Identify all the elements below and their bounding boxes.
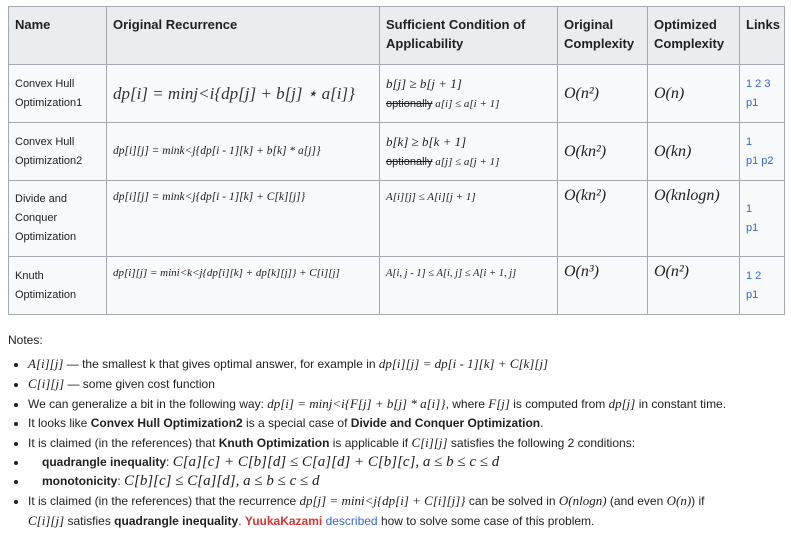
row-links[interactable]: 1 p1 p2 [739,122,785,181]
row-recurrence: dp[i] = minj<i{dp[j] + b[j] ⋆ a[i]} [106,64,380,123]
notes-list: A[i][j] — the smallest k that gives opti… [8,354,788,531]
row-original-complexity: O(kn²) [557,122,648,181]
row-optimized-complexity: O(n²) [647,256,740,315]
row-links[interactable]: 1 2 3 p1 [739,64,785,123]
row-original-complexity: O(n³) [557,256,648,315]
optimization-table: Name Original Recurrence Sufficient Cond… [8,6,785,315]
row-optimized-complexity: O(knlogn) [647,180,740,257]
problem-links[interactable]: p1 [746,289,758,301]
notes-section: Notes: A[i][j] — the smallest k that giv… [8,331,788,531]
header-condition: Sufficient Condition of Applicability [379,6,558,65]
list-item: C[i][j] — some given cost function [28,374,788,394]
table-row: Convex Hull Optimization2 dp[i][j] = mink… [8,122,785,181]
row-optimized-complexity: O(n) [647,64,740,123]
problem-links[interactable]: p1 [746,97,758,109]
table-row: Divide and Conquer Optimization dp[i][j] =… [8,180,785,257]
row-condition: A[i, j - 1] ≤ A[i, j] ≤ A[i + 1, j] [379,256,558,315]
header-links: Links [739,6,785,65]
row-condition: A[i][j] ≤ A[i][j + 1] [379,180,558,257]
row-name: Convex Hull Optimization2 [8,122,107,181]
list-item: It looks like Convex Hull Optimization2 … [28,414,788,433]
header-optimized-complexity: Optimized Complexity [647,6,740,65]
row-original-complexity: O(kn²) [557,180,648,257]
row-condition: b[k] ≥ b[k + 1] optionally a[j] ≤ a[j + … [379,122,558,181]
list-item: quadrangle inequality: C[a][c] + C[b][d]… [28,453,788,472]
row-name: Convex Hull Optimization1 [8,64,107,123]
reference-links[interactable]: 1 2 3 [746,78,770,90]
table-header-row: Name Original Recurrence Sufficient Cond… [8,6,785,65]
row-recurrence: dp[i][j] = mini<k<j{dp[i][k] + dp[k][j]}… [106,256,380,315]
row-name: Divide and Conquer Optimization [8,180,107,257]
row-condition: b[j] ≥ b[j + 1] optionally a[i] ≤ a[i + … [379,64,558,123]
problem-links[interactable]: p1 [746,222,758,234]
row-recurrence: dp[i][j] = mink<j{dp[i - 1][k] + b[k] * … [106,122,380,181]
reference-links[interactable]: 1 2 [746,270,761,282]
described-link[interactable]: described [326,514,378,528]
list-item: It is claimed (in the references) that K… [28,433,788,453]
row-name: Knuth Optimization [8,256,107,315]
header-original-complexity: Original Complexity [557,6,648,65]
table-row: Knuth Optimization dp[i][j] = mini<k<j{dp… [8,256,785,315]
row-optimized-complexity: O(kn) [647,122,740,181]
row-original-complexity: O(n²) [557,64,648,123]
reference-links[interactable]: 1 [746,203,752,215]
problem-links[interactable]: p1 p2 [746,155,774,167]
user-link[interactable]: YuukaKazami [245,514,322,528]
row-links[interactable]: 1 p1 [739,180,785,257]
list-item: A[i][j] — the smallest k that gives opti… [28,354,788,374]
reference-links[interactable]: 1 [746,136,752,148]
header-recurrence: Original Recurrence [106,6,380,65]
header-name: Name [8,6,107,65]
list-item: monotonicity: C[b][c] ≤ C[a][d], a ≤ b ≤… [28,472,788,491]
row-links[interactable]: 1 2 p1 [739,256,785,315]
list-item: It is claimed (in the references) that t… [28,491,788,531]
table-row: Convex Hull Optimization1 dp[i] = minj<i{… [8,64,785,123]
row-recurrence: dp[i][j] = mink<j{dp[i - 1][k] + C[k][j]… [106,180,380,257]
list-item: We can generalize a bit in the following… [28,394,788,414]
notes-title: Notes: [8,333,43,347]
